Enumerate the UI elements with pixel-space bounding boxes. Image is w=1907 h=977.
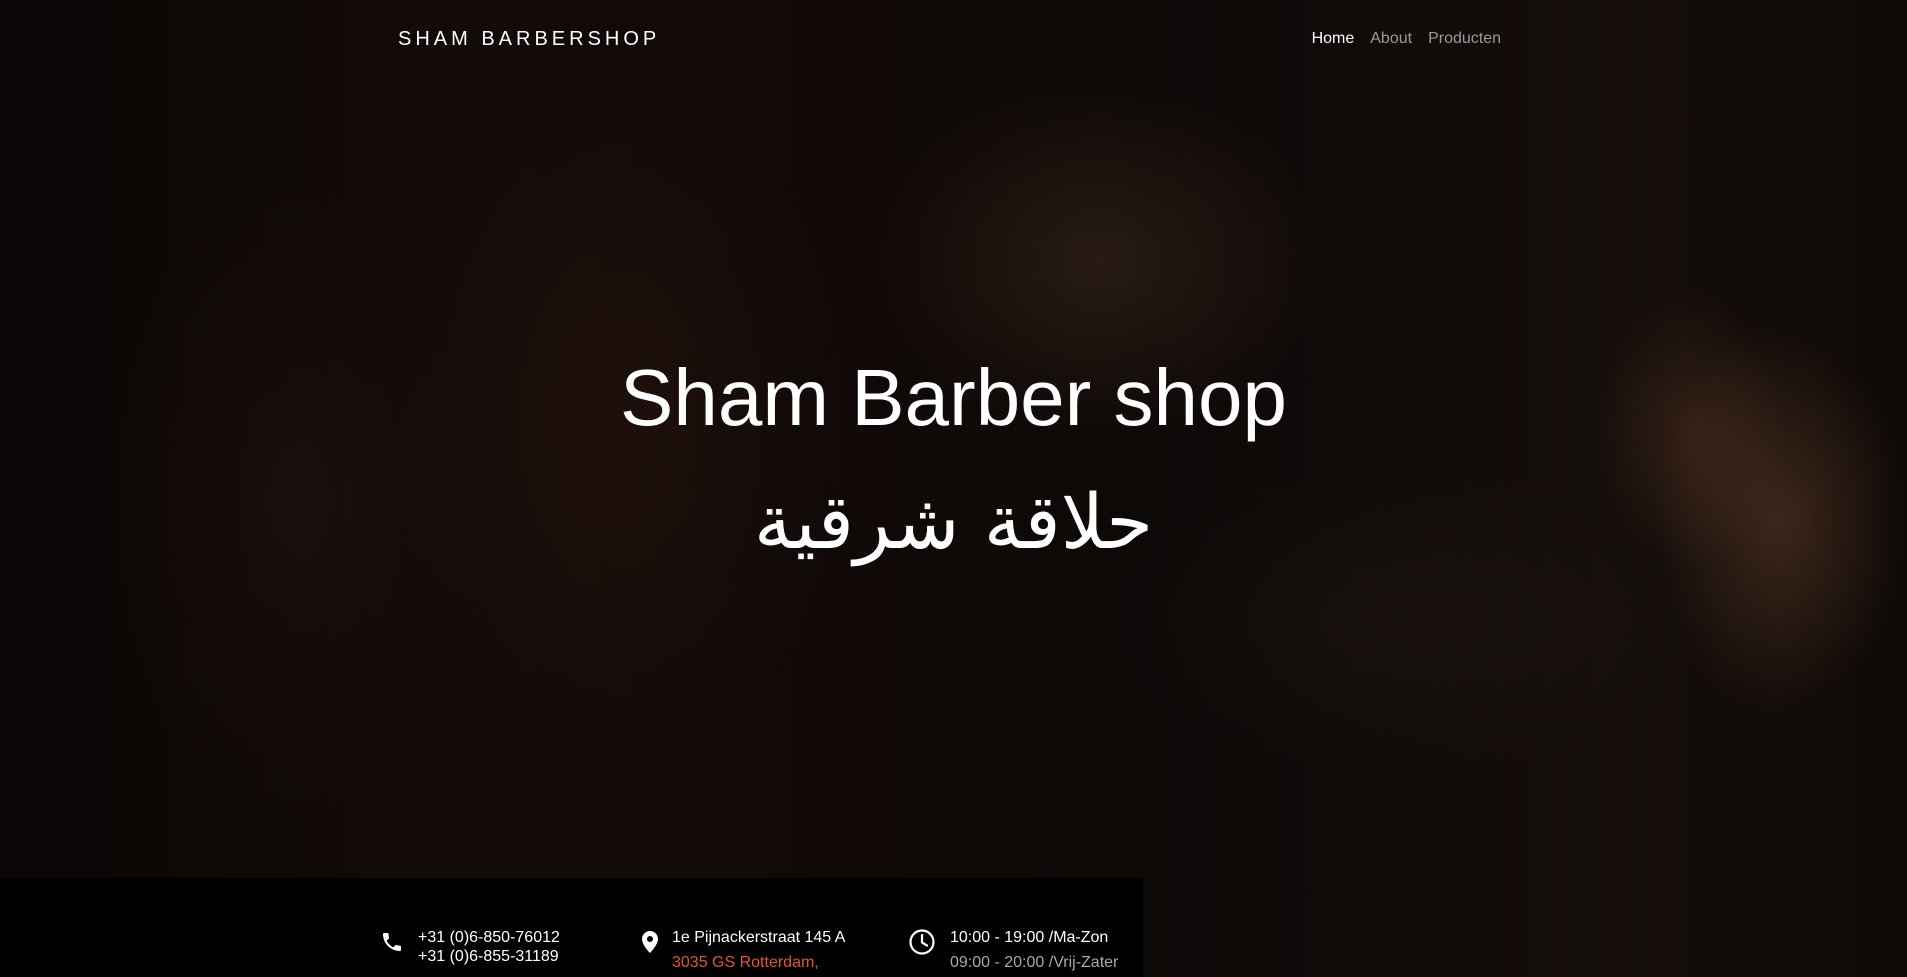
contact-phone: +31 (0)6-850-76012 +31 (0)6-855-31189 (380, 928, 560, 966)
hours-weekday: 10:00 - 19:00 /Ma-Zon (950, 929, 1109, 946)
clock-icon (908, 928, 936, 956)
phone-icon (380, 930, 404, 954)
nav-producten[interactable]: Producten (1428, 30, 1501, 48)
contact-address: 1e Pijnackerstraat 145 A 3035 GS Rotterd… (640, 928, 845, 972)
page: SHAM BARBERSHOP Home About Producten Sha… (0, 0, 1907, 977)
nav-about[interactable]: About (1370, 30, 1412, 48)
nav-home[interactable]: Home (1312, 30, 1355, 48)
opening-hours: 10:00 - 19:00 /Ma-Zon 09:00 - 20:00 /Vri… (908, 928, 1118, 972)
hero-title: Sham Barber shop (619, 353, 1288, 442)
phone-number-1[interactable]: +31 (0)6-850-76012 (418, 928, 560, 947)
address-street: 1e Pijnackerstraat 145 A (672, 929, 846, 946)
hours-weekend: 09:00 - 20:00 /Vrij-Zater (950, 954, 1119, 971)
main-nav: Home About Producten (1312, 30, 1501, 48)
brand-logo[interactable]: SHAM BARBERSHOP (398, 28, 660, 51)
hero-subtitle-arabic: حلاقة شرقية (753, 477, 1154, 566)
map-pin-icon (640, 930, 660, 954)
address-city-link[interactable]: 3035 GS Rotterdam, (672, 953, 845, 972)
phone-number-2[interactable]: +31 (0)6-855-31189 (418, 947, 560, 966)
